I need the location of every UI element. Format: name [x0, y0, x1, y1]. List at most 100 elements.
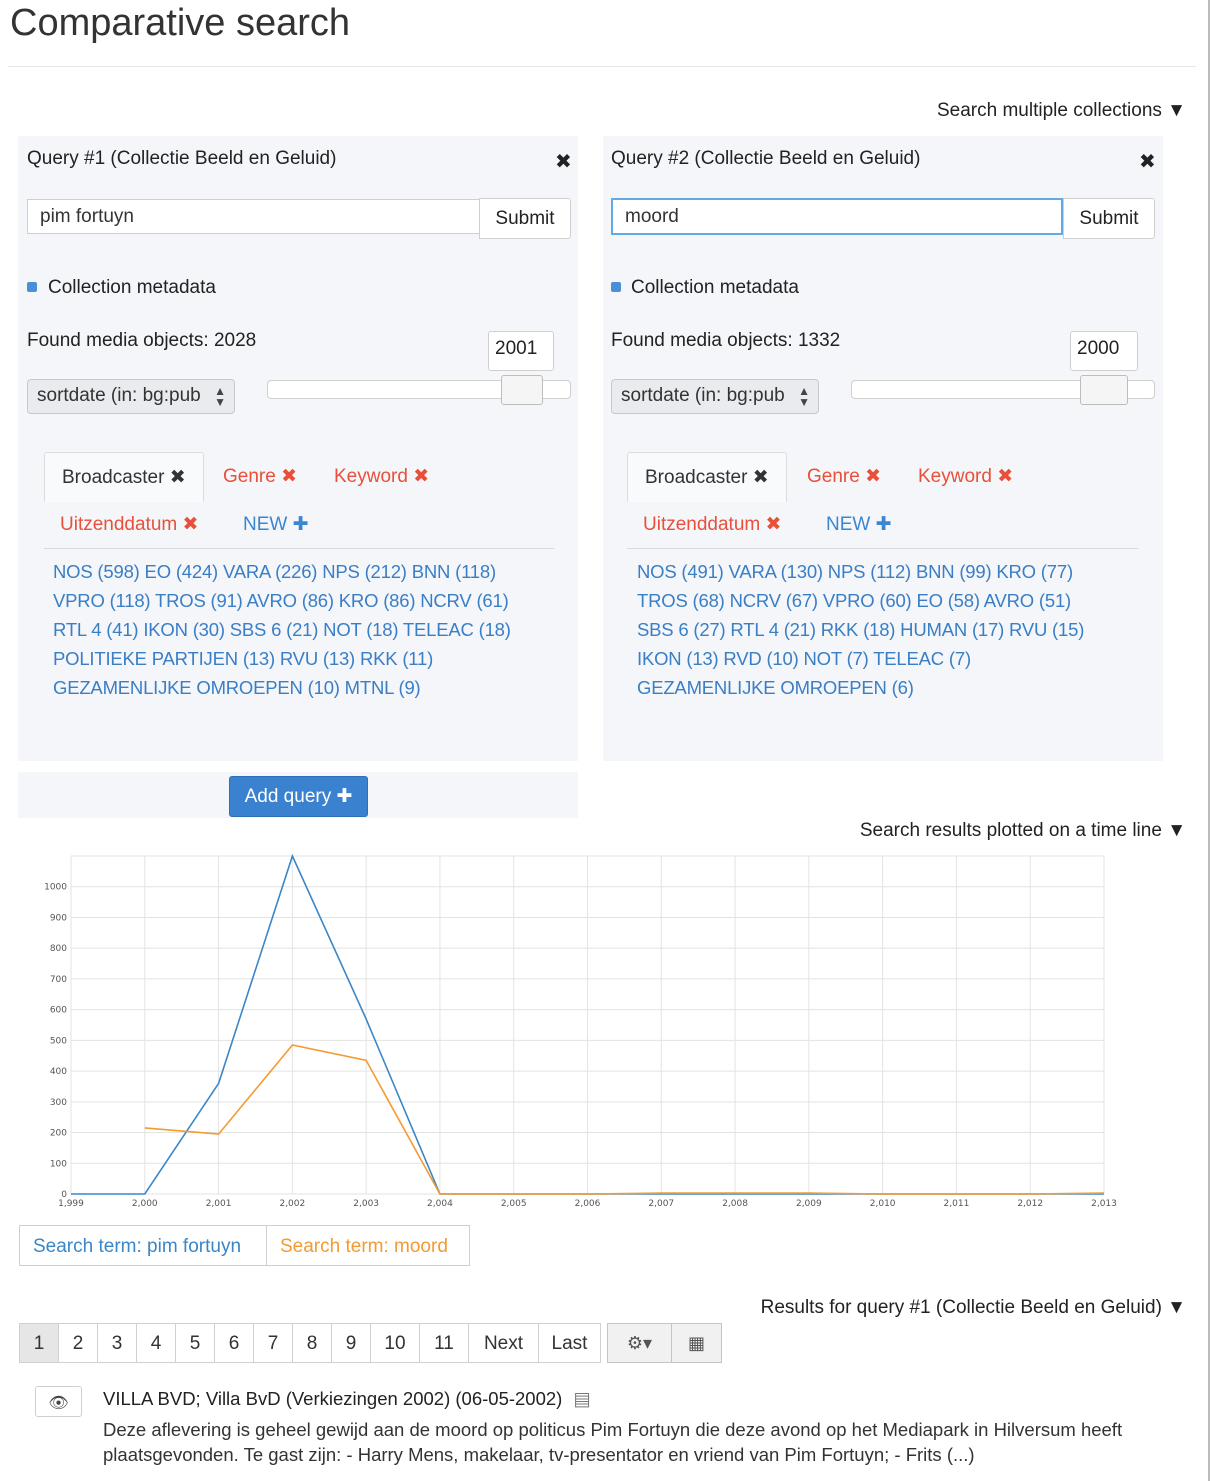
last-page-button[interactable]: Last: [538, 1323, 601, 1363]
query-2-submit-button[interactable]: Submit: [1063, 198, 1155, 239]
query-1-search-input[interactable]: [27, 199, 480, 234]
page-11-button[interactable]: 11: [419, 1323, 469, 1363]
y-tick-label: 100: [50, 1159, 67, 1169]
x-tick-label: 2,001: [206, 1199, 232, 1209]
legend-label: Search term: pim fortuyn: [33, 1236, 242, 1257]
timeline-chart: 1,999 2,000 2,001 2,002 2,003 2,004 2,005 2,006…: [44, 853, 1117, 1209]
facet-list-item[interactable]: RTL 4 (41) IKON (30) SBS 6 (21) NOT (18)…: [53, 619, 511, 641]
calendar-icon[interactable]: ▦: [671, 1323, 722, 1363]
sort-select-value: sortdate (in: bg:pub: [621, 385, 785, 406]
y-tick-label: 600: [50, 1006, 67, 1016]
facet-list-item[interactable]: NOS (598) EO (424) VARA (226) NPS (212) …: [53, 561, 496, 583]
y-tick-label: 800: [50, 944, 67, 954]
query-2-collection-metadata-label[interactable]: Collection metadata: [631, 277, 799, 299]
film-icon: ▤: [573, 1388, 591, 1409]
result-title[interactable]: VILLA BVD; Villa BvD (Verkiezingen 2002)…: [103, 1388, 591, 1410]
result-title-text: VILLA BVD; Villa BvD (Verkiezingen 2002)…: [103, 1388, 563, 1409]
facet-list-item[interactable]: SBS 6 (27) RTL 4 (21) RKK (18) HUMAN (17…: [637, 619, 1084, 641]
search-multiple-collections-toggle[interactable]: Search multiple collections ▼: [937, 100, 1186, 122]
up-down-arrows-icon: ▲ ▼: [798, 384, 810, 409]
page-9-button[interactable]: 9: [331, 1323, 371, 1363]
tab-keyword[interactable]: Keyword ✖: [918, 465, 1013, 488]
page-8-button[interactable]: 8: [292, 1323, 332, 1363]
query-2-found-count: Found media objects: 1332: [611, 330, 841, 351]
timeline-section-toggle[interactable]: Search results plotted on a time line ▼: [860, 820, 1186, 842]
query-2-search-input[interactable]: [611, 198, 1063, 235]
query-2-sort-select[interactable]: sortdate (in: bg:pub ▲ ▼: [611, 379, 819, 414]
x-tick-label: 2,000: [132, 1199, 158, 1209]
gear-icon[interactable]: ⚙▾: [607, 1323, 672, 1363]
up-down-arrows-icon: ▲ ▼: [214, 384, 226, 409]
tab-broadcaster[interactable]: Broadcaster ✖: [44, 452, 204, 502]
facet-list-item[interactable]: IKON (13) RVD (10) NOT (7) TELEAC (7): [637, 648, 971, 670]
query-2-year-input[interactable]: 2000: [1070, 331, 1138, 371]
results-section-toggle[interactable]: Results for query #1 (Collectie Beeld en…: [761, 1297, 1186, 1319]
query-1-collection-metadata-label[interactable]: Collection metadata: [48, 277, 216, 299]
title-divider: [8, 66, 1196, 67]
x-tick-label: 2,002: [279, 1199, 305, 1209]
facet-list-item[interactable]: GEZAMENLIJKE OMROEPEN (6): [637, 677, 914, 699]
tab-genre[interactable]: Genre ✖: [223, 465, 297, 488]
close-icon[interactable]: ✖: [555, 149, 572, 174]
query-1-year-input[interactable]: 2001: [488, 331, 554, 371]
query-2-slider-handle[interactable]: [1080, 375, 1128, 405]
legend-label: Search term: moord: [280, 1236, 448, 1257]
add-query-button[interactable]: Add query ✚: [229, 776, 368, 817]
query-1-found-count: Found media objects: 2028: [27, 330, 257, 351]
y-tick-label: 400: [50, 1067, 67, 1077]
window-edge: [1208, 0, 1210, 1481]
page-4-button[interactable]: 4: [136, 1323, 176, 1363]
x-tick-label: 2,013: [1091, 1199, 1117, 1209]
facet-list-item[interactable]: NOS (491) VARA (130) NPS (112) BNN (99) …: [637, 561, 1073, 583]
result-description: Deze aflevering is geheel gewijd aan de …: [103, 1419, 1123, 1465]
facet-list-item[interactable]: POLITIEKE PARTIJEN (13) RVU (13) RKK (11…: [53, 648, 433, 670]
legend-search-term-2[interactable]: Search term: moord: [266, 1225, 470, 1266]
query-1-title: Query #1 (Collectie Beeld en Geluid): [27, 148, 337, 169]
page-10-button[interactable]: 10: [370, 1323, 420, 1363]
query-2-title: Query #2 (Collectie Beeld en Geluid): [611, 148, 921, 169]
eye-icon[interactable]: 👁: [35, 1386, 82, 1417]
tab-new[interactable]: NEW ✚: [243, 513, 309, 536]
tab-uitzenddatum[interactable]: Uitzenddatum ✖: [60, 513, 198, 536]
tab-broadcaster[interactable]: Broadcaster ✖: [627, 452, 787, 502]
page-1-button[interactable]: 1: [19, 1323, 59, 1363]
page-3-button[interactable]: 3: [97, 1323, 137, 1363]
x-tick-label: 2,011: [944, 1199, 970, 1209]
x-tick-label: 2,006: [575, 1199, 601, 1209]
query-1-sort-select[interactable]: sortdate (in: bg:pub ▲ ▼: [27, 379, 235, 414]
bullet-icon: [27, 282, 37, 292]
y-tick-label: 1000: [44, 883, 67, 893]
close-icon[interactable]: ✖: [1139, 149, 1156, 174]
query-1-slider-handle[interactable]: [501, 375, 543, 405]
page-7-button[interactable]: 7: [253, 1323, 293, 1363]
y-tick-label: 700: [50, 975, 67, 985]
legend-search-term-1[interactable]: Search term: pim fortuyn: [19, 1225, 267, 1266]
x-tick-label: 2,009: [796, 1199, 822, 1209]
page-6-button[interactable]: 6: [214, 1323, 254, 1363]
page-5-button[interactable]: 5: [175, 1323, 215, 1363]
tab-uitzenddatum[interactable]: Uitzenddatum ✖: [643, 513, 781, 536]
tab-keyword[interactable]: Keyword ✖: [334, 465, 429, 488]
tab-genre[interactable]: Genre ✖: [807, 465, 881, 488]
facet-list-item[interactable]: TROS (68) NCRV (67) VPRO (60) EO (58) AV…: [637, 590, 1071, 612]
x-tick-label: 2,003: [353, 1199, 379, 1209]
query-1-submit-button[interactable]: Submit: [479, 198, 571, 239]
x-tick-label: 2,010: [870, 1199, 896, 1209]
y-tick-label: 500: [50, 1036, 67, 1046]
y-tick-label: 300: [50, 1098, 67, 1108]
sort-select-value: sortdate (in: bg:pub: [37, 385, 201, 406]
x-tick-label: 2,007: [648, 1199, 674, 1209]
page-2-button[interactable]: 2: [58, 1323, 98, 1363]
y-tick-label: 0: [61, 1190, 67, 1200]
y-tick-label: 900: [50, 913, 67, 923]
next-page-button[interactable]: Next: [468, 1323, 539, 1363]
x-tick-label: 2,008: [722, 1199, 748, 1209]
y-tick-label: 200: [50, 1129, 67, 1139]
tabs-divider: [44, 548, 554, 549]
bullet-icon: [611, 282, 621, 292]
facet-list-item[interactable]: GEZAMENLIJKE OMROEPEN (10) MTNL (9): [53, 677, 421, 699]
facet-list-item[interactable]: VPRO (118) TROS (91) AVRO (86) KRO (86) …: [53, 590, 509, 612]
tab-new[interactable]: NEW ✚: [826, 513, 892, 536]
tabs-divider: [627, 548, 1138, 549]
x-tick-label: 2,005: [501, 1199, 527, 1209]
